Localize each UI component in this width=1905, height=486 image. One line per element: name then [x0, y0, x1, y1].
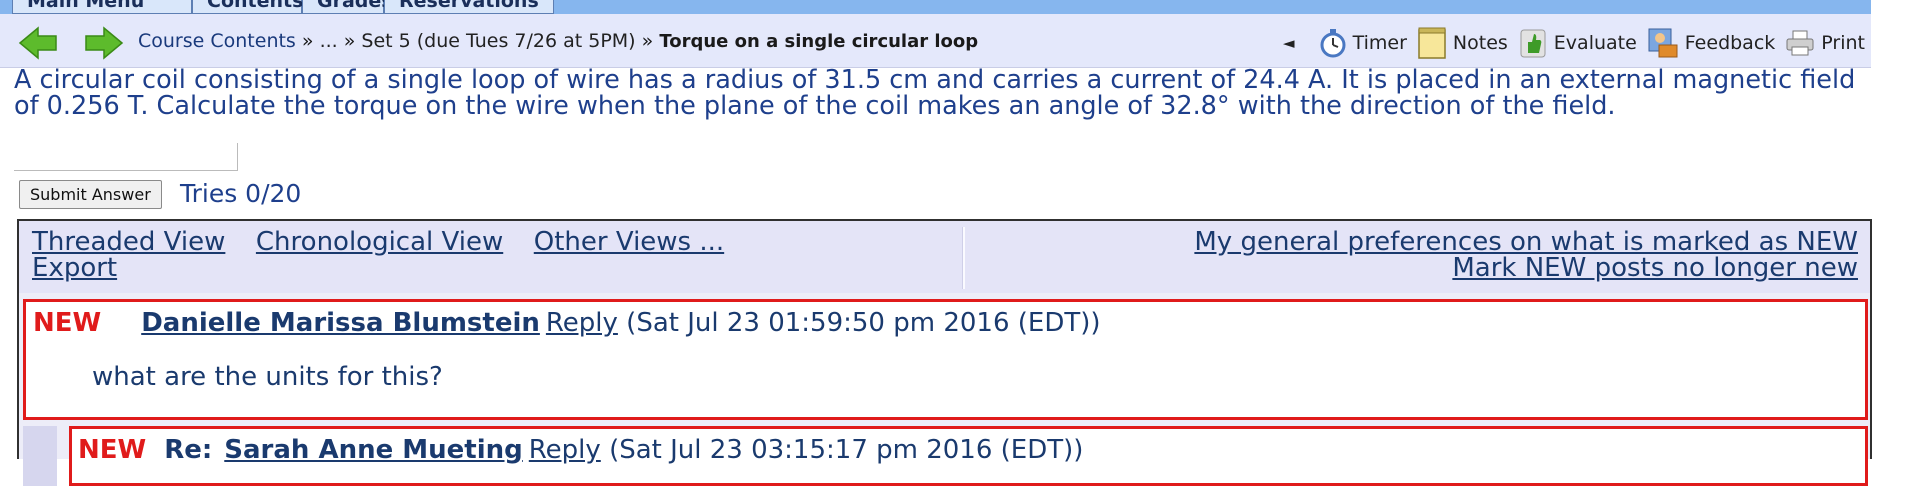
tries-counter: Tries 0/20 — [180, 179, 302, 208]
evaluate-button[interactable]: Evaluate — [1518, 27, 1637, 59]
stopwatch-icon — [1320, 29, 1346, 58]
submit-answer-button[interactable]: Submit Answer — [19, 180, 162, 209]
tab-main-menu[interactable]: Main Menu — [12, 0, 192, 14]
discussion-reply-post: NEW Re: Sarah Anne Mueting Reply (Sat Jul 2… — [69, 426, 1868, 486]
discussion-header: Threaded View Chronological View Other V… — [19, 221, 1870, 293]
back-arrow-icon[interactable] — [18, 26, 58, 60]
reply-link[interactable]: Reply — [529, 435, 601, 465]
tab-reservations[interactable]: Reservations — [384, 0, 554, 14]
breadcrumb-set[interactable]: Set 5 (due Tues 7/26 at 5PM) — [361, 30, 635, 52]
breadcrumb-separator: » — [295, 30, 320, 52]
reply-prefix: Re: — [164, 435, 213, 465]
breadcrumb-ellipsis[interactable]: ... — [320, 30, 338, 52]
breadcrumb-current: Torque on a single circular loop — [659, 31, 979, 52]
feedback-label: Feedback — [1684, 32, 1776, 54]
problem-text: A circular coil consisting of a single l… — [14, 65, 1856, 121]
collapse-icon[interactable]: ◄ — [1283, 34, 1295, 52]
notes-label: Notes — [1452, 32, 1508, 54]
answer-input[interactable] — [14, 143, 238, 171]
discussion-panel: Threaded View Chronological View Other V… — [17, 219, 1872, 486]
toolbar: ◄ Timer Notes Evaluate Feedback Print — [1283, 27, 1865, 59]
timer-label: Timer — [1352, 32, 1407, 54]
header-divider — [962, 227, 965, 289]
print-label: Print — [1821, 32, 1865, 54]
export-link[interactable]: Export — [32, 253, 117, 283]
breadcrumb-separator: » — [635, 30, 660, 52]
view-links: Threaded View Chronological View Other V… — [32, 229, 724, 281]
post-body: what are the units for this? — [92, 362, 443, 392]
post-header: NEW Re: Sarah Anne Mueting Reply (Sat Jul 2… — [78, 435, 1083, 465]
timer-button[interactable]: Timer — [1319, 28, 1407, 58]
feedback-button[interactable]: Feedback — [1647, 27, 1775, 59]
discussion-post: NEW Danielle Marissa Blumstein Reply (Sat … — [23, 299, 1868, 420]
post-author-link[interactable]: Sarah Anne Mueting — [224, 435, 523, 465]
navigation-bar: Course Contents » ... » Set 5 (due Tues … — [0, 14, 1871, 68]
tab-contents[interactable]: Contents — [192, 0, 303, 14]
breadcrumb-separator: » — [337, 30, 362, 52]
preference-links: My general preferences on what is marked… — [1194, 229, 1858, 281]
thumbs-up-icon — [1520, 29, 1546, 58]
chronological-view-link[interactable]: Chronological View — [256, 227, 503, 257]
tab-grades[interactable]: Grades — [302, 0, 393, 14]
post-author-link[interactable]: Danielle Marissa Blumstein — [141, 308, 540, 338]
other-views-link[interactable]: Other Views ... — [534, 227, 724, 257]
print-button[interactable]: Print — [1785, 29, 1865, 57]
top-tab-bar: Main Menu Contents Grades Reservations — [0, 0, 1871, 14]
reply-link[interactable]: Reply — [546, 308, 618, 338]
printer-icon — [1786, 30, 1814, 56]
forward-arrow-icon[interactable] — [84, 26, 124, 60]
mark-read-link[interactable]: Mark NEW posts no longer new — [1452, 253, 1858, 283]
new-badge: NEW — [33, 308, 102, 338]
breadcrumb: Course Contents » ... » Set 5 (due Tues … — [138, 29, 978, 54]
feedback-icon — [1648, 28, 1678, 58]
new-badge: NEW — [78, 435, 147, 465]
post-date: (Sat Jul 23 03:15:17 pm 2016 (EDT)) — [609, 435, 1084, 465]
evaluate-label: Evaluate — [1553, 32, 1637, 54]
post-date: (Sat Jul 23 01:59:50 pm 2016 (EDT)) — [626, 308, 1101, 338]
notepad-icon — [1418, 27, 1446, 59]
thread-indent — [23, 426, 57, 486]
breadcrumb-course-contents[interactable]: Course Contents — [138, 30, 296, 52]
post-header: NEW Danielle Marissa Blumstein Reply (Sat … — [33, 308, 1101, 338]
notes-button[interactable]: Notes — [1417, 27, 1508, 59]
